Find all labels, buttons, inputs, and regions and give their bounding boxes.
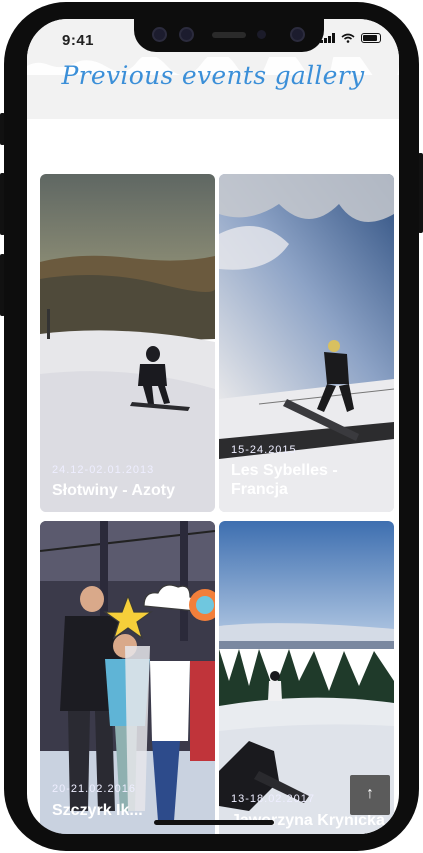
event-date: 15-24.2015	[231, 444, 297, 456]
notch	[134, 19, 324, 52]
camera-icon	[152, 27, 167, 42]
scroll-to-top-button[interactable]: ↑	[350, 775, 390, 815]
event-card[interactable]: 20-21.02.2016 Szczyrk Ik...	[40, 521, 215, 834]
event-name: Les Sybelles - Francja	[231, 462, 338, 498]
event-date: 20-21.02.2016	[52, 783, 136, 795]
arrow-up-icon: ↑	[366, 785, 374, 802]
screen: Previous events gallery 9:41 24.12-02.01…	[27, 19, 399, 834]
event-name: Słotwiny - Azoty	[52, 482, 175, 499]
event-photo	[40, 174, 215, 512]
page-title: Previous events gallery	[61, 61, 365, 90]
face-sensor-icon	[290, 27, 305, 42]
wifi-icon	[341, 33, 355, 43]
speaker	[212, 32, 246, 38]
event-card[interactable]: 24.12-02.01.2013 Słotwiny - Azoty	[40, 174, 215, 512]
event-date: 13-18.02.2017	[231, 793, 315, 805]
battery-icon	[361, 33, 381, 43]
sensor-icon	[179, 27, 194, 42]
home-indicator[interactable]	[154, 820, 274, 825]
event-date: 24.12-02.01.2013	[52, 464, 155, 476]
event-name: Szczyrk Ik...	[52, 802, 143, 819]
phone-frame: Previous events gallery 9:41 24.12-02.01…	[4, 2, 419, 851]
front-camera-icon	[257, 30, 266, 39]
status-time: 9:41	[62, 32, 95, 49]
event-card[interactable]: 15-24.2015 Les Sybelles - Francja	[219, 174, 394, 512]
